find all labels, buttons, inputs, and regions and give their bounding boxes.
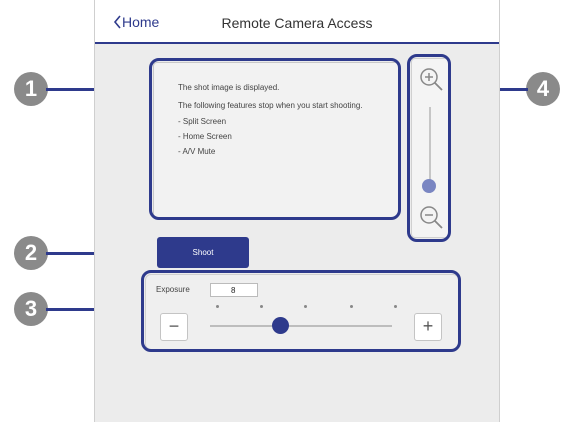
app-frame: Home Remote Camera Access The shot image… [94, 0, 500, 422]
exposure-highlight [141, 270, 461, 352]
preview-highlight [149, 58, 401, 220]
zoom-highlight [407, 54, 451, 242]
callout-4: 4 [526, 72, 560, 106]
app-header: Home Remote Camera Access [95, 0, 499, 44]
callout-3: 3 [14, 292, 48, 326]
page-title: Remote Camera Access [221, 15, 373, 31]
shoot-button[interactable]: Shoot [157, 237, 249, 268]
callout-2: 2 [14, 236, 48, 270]
callout-1: 1 [14, 72, 48, 106]
